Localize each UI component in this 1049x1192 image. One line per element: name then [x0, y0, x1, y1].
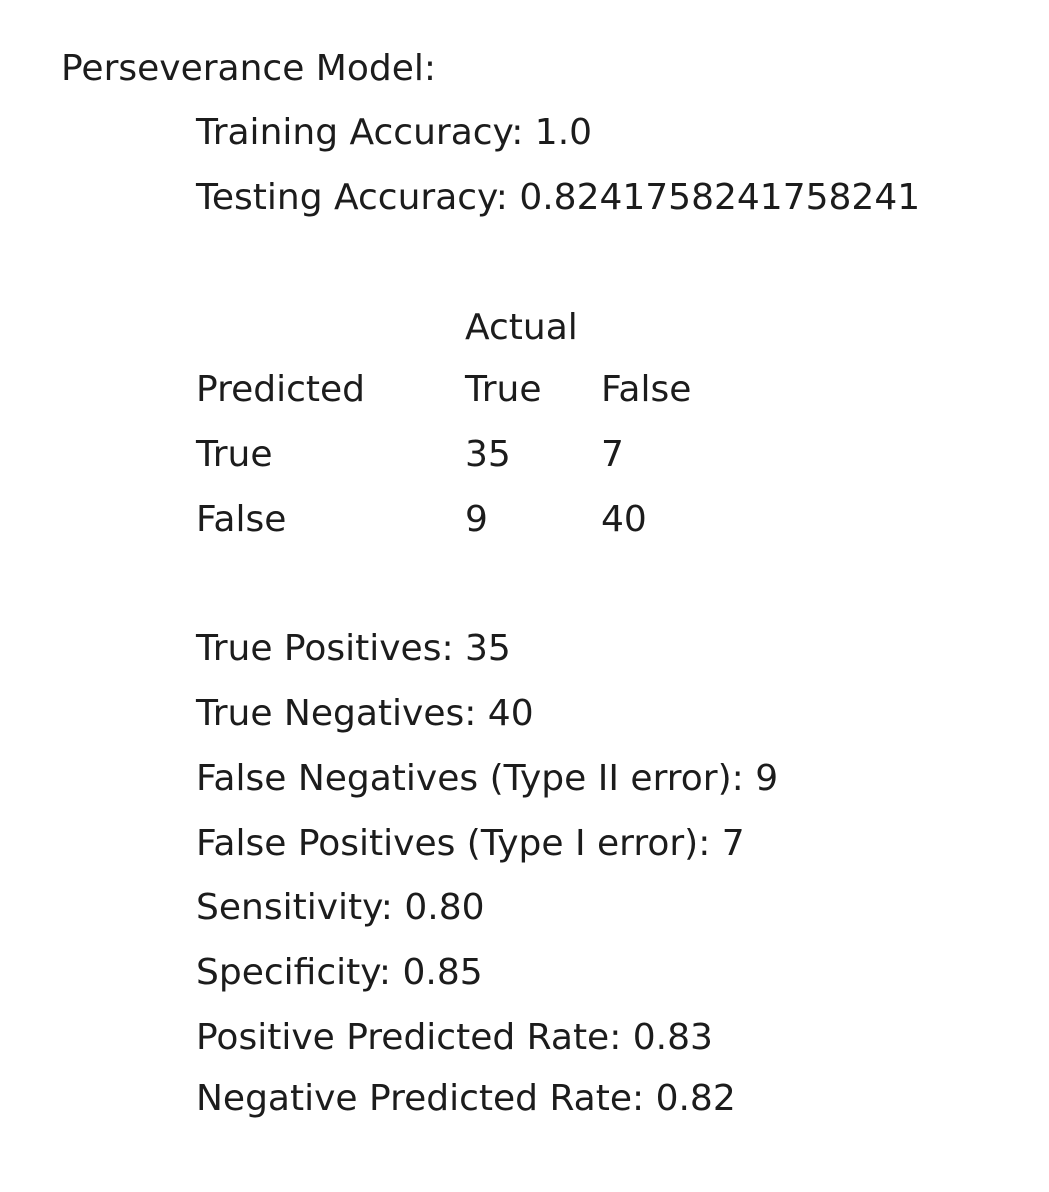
cell-true-true: 35 [465, 434, 511, 475]
column-header-true: True [465, 369, 542, 410]
metric-false-positives: False Positives (Type I error): 7 [196, 823, 745, 864]
predicted-header: Predicted [196, 369, 365, 410]
metric-true-negatives: True Negatives: 40 [196, 693, 534, 734]
cell-true-false: 7 [601, 434, 624, 475]
cell-false-false: 40 [601, 499, 647, 540]
metric-false-negatives: False Negatives (Type II error): 9 [196, 758, 779, 799]
metric-positive-predicted-rate: Positive Predicted Rate: 0.83 [196, 1017, 713, 1058]
metric-sensitivity: Sensitivity: 0.80 [196, 887, 485, 928]
metric-true-positives: True Positives: 35 [196, 628, 511, 669]
column-header-false: False [601, 369, 692, 410]
training-accuracy: Training Accuracy: 1.0 [196, 112, 593, 153]
metric-specificity: Specificity: 0.85 [196, 952, 483, 993]
metric-negative-predicted-rate: Negative Predicted Rate: 0.82 [196, 1078, 736, 1119]
row-label-false: False [196, 499, 287, 540]
row-label-true: True [196, 434, 273, 475]
cell-false-true: 9 [465, 499, 488, 540]
actual-header: Actual [465, 307, 578, 348]
model-title: Perseverance Model: [61, 48, 437, 89]
testing-accuracy: Testing Accuracy: 0.8241758241758241 [196, 177, 921, 218]
